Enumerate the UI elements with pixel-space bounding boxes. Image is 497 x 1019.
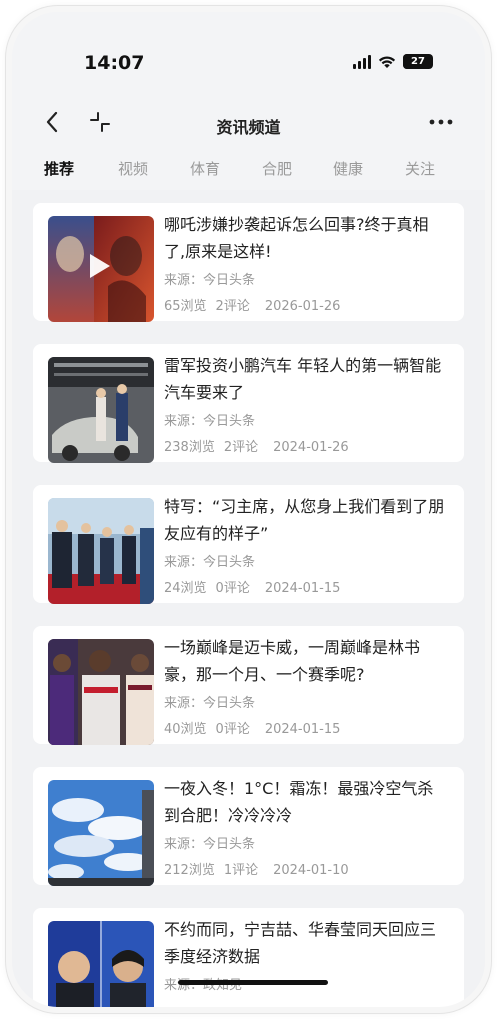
view-count: 238浏览 [164, 440, 215, 455]
article-meta: 212浏览 1评论 2024-01-10 [164, 859, 358, 878]
publish-date: 2024-01-15 [264, 722, 341, 737]
view-count: 212浏览 [164, 863, 215, 878]
status-icons: 27 [353, 54, 433, 69]
publish-date: 2024-01-26 [273, 440, 349, 455]
publish-date: 2024-01-15 [264, 581, 341, 596]
tab-hefei[interactable]: 合肥 [262, 158, 292, 179]
collapse-icon [90, 112, 110, 132]
comment-count: 1评论 [223, 863, 259, 878]
tab-health[interactable]: 健康 [333, 158, 363, 179]
shrink-button[interactable] [86, 108, 114, 136]
top-nav-bar: 资讯频道 [12, 102, 485, 144]
article-title: 特写：“习主席，从您身上我们看到了朋友应有的样子” [164, 497, 445, 543]
battery-level [403, 54, 412, 69]
channel-tabs: 推荐 视频 体育 合肥 健康 关注 [12, 152, 485, 186]
play-icon [90, 254, 110, 278]
article-title: 一夜入冬！1°C！霜冻！最强冷空气杀到合肥！冷冷冷冷 [164, 779, 434, 825]
article-thumbnail [48, 639, 154, 745]
view-count: 40浏览 [164, 722, 207, 737]
article-card[interactable]: 哪吒涉嫌抄袭起诉怎么回事?终于真相了,原来是这样! 来源：今日头条 65浏览 2评… [33, 203, 464, 322]
article-card[interactable]: 不约而同，宁吉喆、华春莹同天回应三季度经济数据 来源：政知见 [33, 908, 464, 1007]
ellipsis-icon [429, 119, 453, 125]
comment-count: 0评论 [215, 722, 250, 737]
article-list: 哪吒涉嫌抄袭起诉怎么回事?终于真相了,原来是这样! 来源：今日头条 65浏览 2评… [12, 190, 485, 1007]
article-meta: 238浏览 2评论 2024-01-26 [164, 436, 358, 455]
tab-recommend[interactable]: 推荐 [44, 158, 74, 179]
battery-icon: 27 [403, 54, 433, 69]
cellular-signal-icon [353, 54, 371, 69]
tab-sports[interactable]: 体育 [190, 158, 220, 179]
wifi-icon [378, 56, 396, 68]
article-source: 来源：今日头条 [164, 555, 256, 570]
article-thumbnail [48, 780, 154, 886]
comment-count: 2评论 [215, 299, 250, 314]
publish-date: 2026-01-26 [264, 299, 341, 314]
article-thumbnail [48, 357, 154, 463]
phone-frame: 14:07 27 资讯频道 推荐 视频 体育 合肥 健康 关注 哪吒涉嫌抄袭起诉… [6, 6, 491, 1013]
article-thumbnail [48, 216, 154, 322]
article-meta: 65浏览 2评论 2026-01-26 [164, 295, 349, 314]
chevron-left-icon [46, 111, 58, 133]
status-time: 14:07 [84, 52, 145, 74]
comment-count: 2评论 [223, 440, 259, 455]
article-source: 来源：今日头条 [164, 696, 256, 711]
tab-video[interactable]: 视频 [118, 158, 148, 179]
article-card[interactable]: 雷军投资小鹏汽车 年轻人的第一辆智能汽车要来了 来源：今日头条 238浏览 2评论… [33, 344, 464, 463]
view-count: 65浏览 [164, 299, 207, 314]
article-title: 一场巅峰是迈卡威，一周巅峰是林书豪，那一个月、一个赛季呢? [164, 638, 421, 684]
article-source: 来源：今日头条 [164, 273, 256, 288]
article-thumbnail [48, 498, 154, 604]
page-title: 资讯频道 [216, 118, 281, 137]
home-indicator[interactable] [178, 980, 328, 985]
view-count: 24浏览 [164, 581, 207, 596]
article-source: 来源：今日头条 [164, 837, 256, 852]
battery-percent: 27 [411, 56, 425, 67]
article-card[interactable]: 一场巅峰是迈卡威，一周巅峰是林书豪，那一个月、一个赛季呢? 来源：今日头条 40… [33, 626, 464, 745]
article-card[interactable]: 特写：“习主席，从您身上我们看到了朋友应有的样子” 来源：今日头条 24浏览 0评… [33, 485, 464, 604]
article-card[interactable]: 一夜入冬！1°C！霜冻！最强冷空气杀到合肥！冷冷冷冷 来源：今日头条 212浏览… [33, 767, 464, 886]
article-title: 不约而同，宁吉喆、华春莹同天回应三季度经济数据 [164, 920, 437, 966]
article-thumbnail [48, 921, 154, 1007]
article-title: 哪吒涉嫌抄袭起诉怎么回事?终于真相了,原来是这样! [164, 215, 429, 261]
article-meta: 40浏览 0评论 2024-01-15 [164, 718, 349, 737]
status-bar: 14:07 27 [12, 12, 485, 102]
comment-count: 0评论 [215, 581, 250, 596]
article-meta: 24浏览 0评论 2024-01-15 [164, 577, 349, 596]
publish-date: 2024-01-10 [273, 863, 349, 878]
more-button[interactable] [427, 108, 455, 136]
back-button[interactable] [38, 108, 66, 136]
article-source: 来源：今日头条 [164, 414, 256, 429]
tab-follow[interactable]: 关注 [405, 158, 435, 179]
article-title: 雷军投资小鹏汽车 年轻人的第一辆智能汽车要来了 [164, 356, 442, 402]
